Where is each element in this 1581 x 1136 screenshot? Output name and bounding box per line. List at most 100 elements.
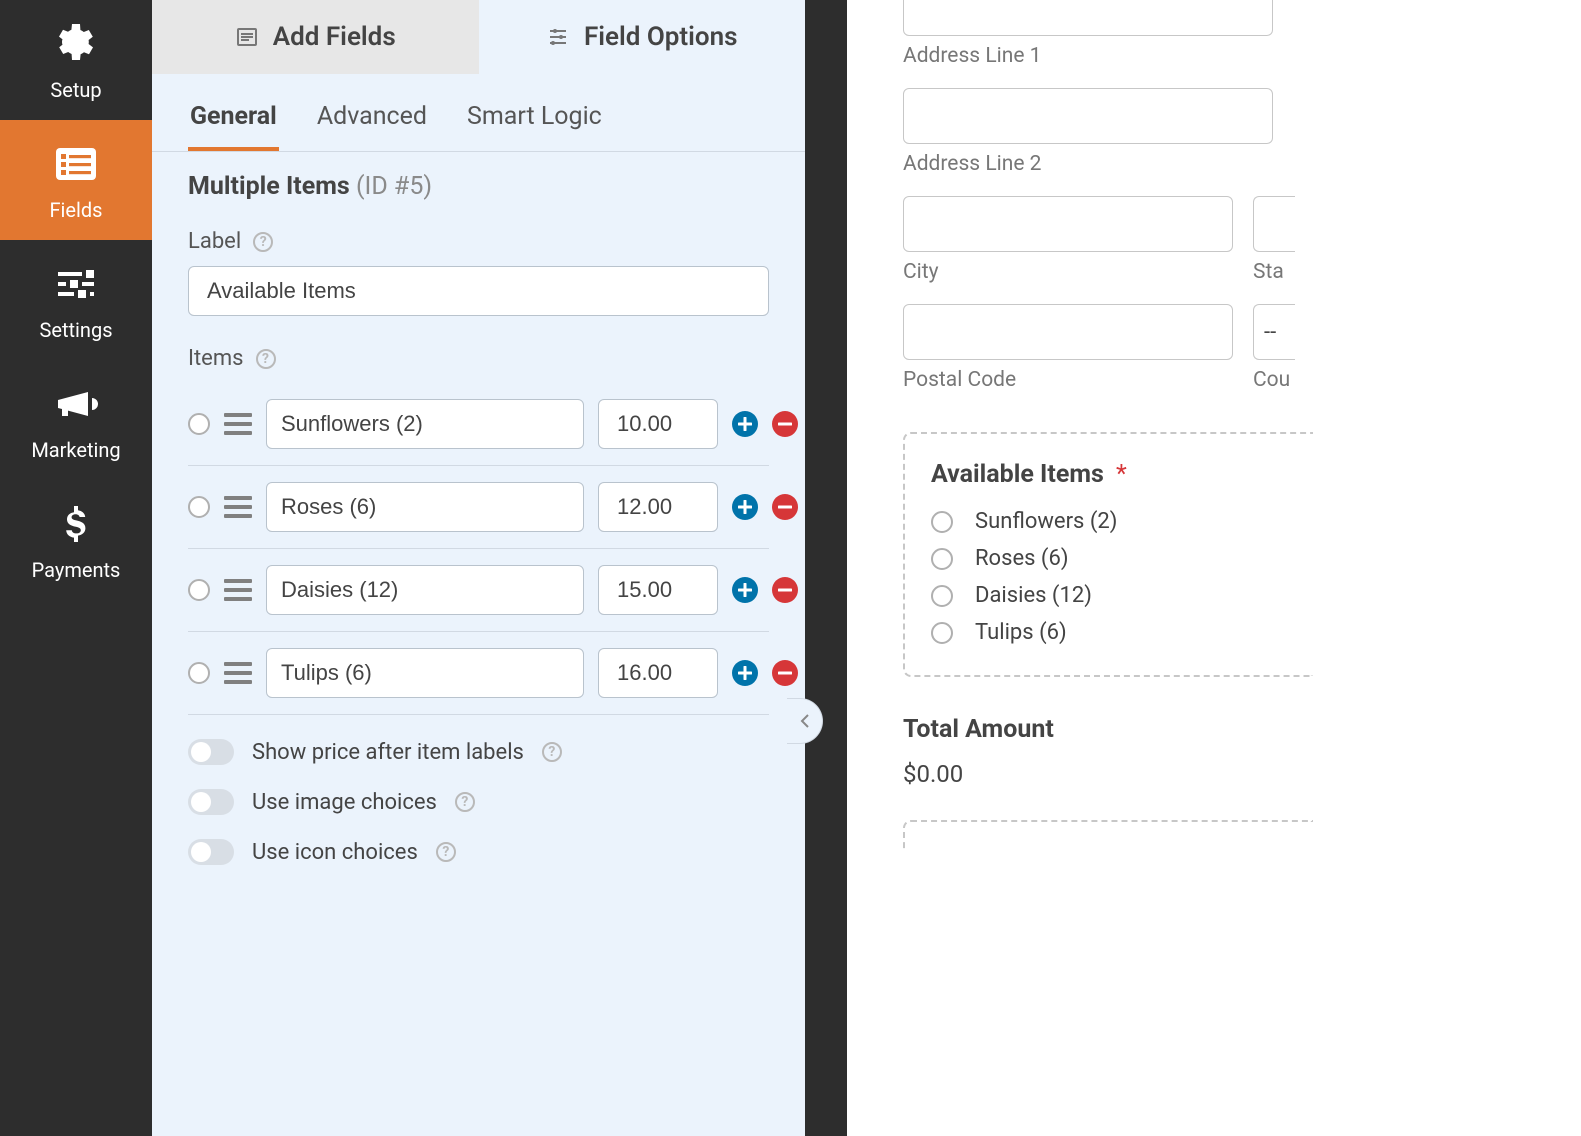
- tab-field-options[interactable]: Field Options: [479, 0, 806, 74]
- section-title-text: Multiple Items: [188, 172, 350, 201]
- required-asterisk: *: [1116, 460, 1127, 489]
- add-item-button[interactable]: [732, 660, 758, 686]
- label-input[interactable]: [188, 266, 769, 316]
- subtab-advanced[interactable]: Advanced: [315, 90, 429, 151]
- nav-item-payments[interactable]: Payments: [0, 480, 152, 600]
- nav-label: Setup: [50, 78, 101, 102]
- toggle-label: Use image choices: [252, 790, 437, 815]
- field-sublabel: Address Line 1: [903, 44, 1581, 68]
- option-row: Tulips (6): [931, 620, 1287, 645]
- item-price-input[interactable]: [598, 565, 718, 615]
- state-input[interactable]: [1253, 196, 1295, 252]
- options-panel: Add Fields Field Options General Advance…: [152, 0, 805, 1136]
- address-line-1-input[interactable]: [903, 0, 1273, 36]
- field-sublabel: City: [903, 260, 1233, 284]
- default-radio[interactable]: [188, 413, 210, 435]
- remove-item-button[interactable]: [772, 660, 798, 686]
- top-tabs: Add Fields Field Options: [152, 0, 805, 74]
- drag-handle-icon[interactable]: [224, 413, 252, 435]
- toggle-show-price: Show price after item labels ?: [188, 739, 769, 765]
- toggle-switch[interactable]: [188, 739, 234, 765]
- card-title-text: Available Items: [931, 460, 1104, 489]
- help-icon[interactable]: ?: [436, 842, 456, 862]
- option-label: Roses (6): [975, 546, 1069, 571]
- add-fields-icon: [235, 25, 259, 49]
- add-item-button[interactable]: [732, 494, 758, 520]
- field-sublabel: Address Line 2: [903, 152, 1581, 176]
- drag-handle-icon[interactable]: [224, 579, 252, 601]
- item-name-input[interactable]: [266, 482, 584, 532]
- default-radio[interactable]: [188, 496, 210, 518]
- toggle-image-choices: Use image choices ?: [188, 789, 769, 815]
- help-icon[interactable]: ?: [455, 792, 475, 812]
- tab-label: Field Options: [584, 22, 738, 52]
- item-price-input[interactable]: [598, 648, 718, 698]
- drag-handle-icon[interactable]: [224, 496, 252, 518]
- item-price-input[interactable]: [598, 482, 718, 532]
- item-price-input[interactable]: [598, 399, 718, 449]
- city-input[interactable]: [903, 196, 1233, 252]
- subtab-general[interactable]: General: [188, 90, 279, 151]
- dollar-icon: [52, 500, 100, 548]
- item-row: [188, 383, 769, 466]
- field-title: Available Items *: [931, 460, 1287, 489]
- section-title: Multiple Items (ID #5): [188, 172, 769, 201]
- item-name-input[interactable]: [266, 565, 584, 615]
- bullhorn-icon: [52, 380, 100, 428]
- subtab-smart-logic[interactable]: Smart Logic: [465, 90, 604, 151]
- item-row: [188, 549, 769, 632]
- toggle-switch[interactable]: [188, 789, 234, 815]
- nav-item-setup[interactable]: Setup: [0, 0, 152, 120]
- nav-label: Payments: [32, 558, 121, 582]
- help-icon[interactable]: ?: [256, 349, 276, 369]
- list-icon: [52, 140, 100, 188]
- nav-label: Fields: [50, 198, 103, 222]
- option-radio[interactable]: [931, 585, 953, 607]
- field-sublabel: Cou: [1253, 368, 1295, 392]
- tab-add-fields[interactable]: Add Fields: [152, 0, 479, 74]
- section-id: (ID #5): [356, 172, 432, 201]
- select-placeholder: --: [1264, 320, 1276, 345]
- country-select[interactable]: --: [1253, 304, 1295, 360]
- nav-item-marketing[interactable]: Marketing: [0, 360, 152, 480]
- add-item-button[interactable]: [732, 577, 758, 603]
- option-radio[interactable]: [931, 511, 953, 533]
- option-radio[interactable]: [931, 548, 953, 570]
- option-row: Daisies (12): [931, 583, 1287, 608]
- help-icon[interactable]: ?: [542, 742, 562, 762]
- toggle-label: Show price after item labels: [252, 740, 524, 765]
- default-radio[interactable]: [188, 579, 210, 601]
- nav-item-settings[interactable]: Settings: [0, 240, 152, 360]
- toggle-switch[interactable]: [188, 839, 234, 865]
- option-row: Sunflowers (2): [931, 509, 1287, 534]
- default-radio[interactable]: [188, 662, 210, 684]
- gear-icon: [52, 20, 100, 68]
- item-row: [188, 632, 769, 715]
- drag-handle-icon[interactable]: [224, 662, 252, 684]
- available-items-field[interactable]: Available Items * Sunflowers (2) Roses (…: [903, 432, 1313, 677]
- item-name-input[interactable]: [266, 399, 584, 449]
- remove-item-button[interactable]: [772, 494, 798, 520]
- postal-code-input[interactable]: [903, 304, 1233, 360]
- help-icon[interactable]: ?: [253, 232, 273, 252]
- address-line-2-input[interactable]: [903, 88, 1273, 144]
- option-radio[interactable]: [931, 622, 953, 644]
- total-amount-value: $0.00: [903, 760, 1581, 788]
- label-field-label: Label ?: [188, 229, 769, 254]
- items-label: Items ?: [188, 346, 769, 371]
- item-name-input[interactable]: [266, 648, 584, 698]
- add-item-button[interactable]: [732, 411, 758, 437]
- remove-item-button[interactable]: [772, 411, 798, 437]
- field-sublabel: Sta: [1253, 260, 1295, 284]
- nav-item-fields[interactable]: Fields: [0, 120, 152, 240]
- sub-tabs: General Advanced Smart Logic: [152, 90, 805, 152]
- sliders-icon: [52, 260, 100, 308]
- option-label: Daisies (12): [975, 583, 1092, 608]
- label-text: Label: [188, 229, 241, 254]
- option-row: Roses (6): [931, 546, 1287, 571]
- tab-label: Add Fields: [273, 22, 396, 52]
- field-sublabel: Postal Code: [903, 368, 1233, 392]
- option-label: Sunflowers (2): [975, 509, 1117, 534]
- next-field-placeholder: [903, 820, 1313, 850]
- remove-item-button[interactable]: [772, 577, 798, 603]
